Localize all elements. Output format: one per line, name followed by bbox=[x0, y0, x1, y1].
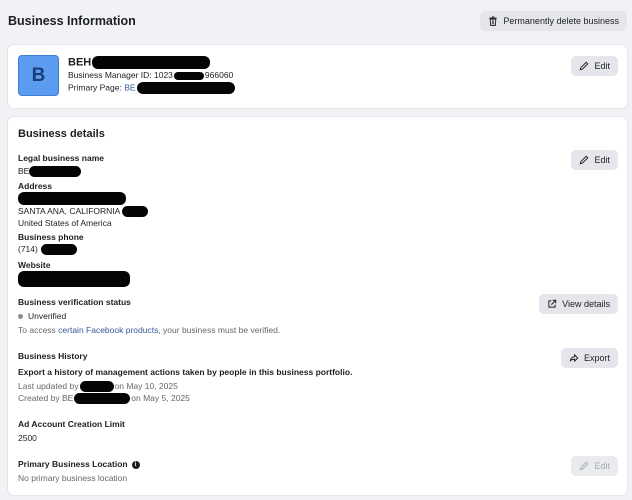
export-label: Export bbox=[583, 353, 610, 363]
verification-status-text: Unverified bbox=[28, 311, 67, 321]
redaction-mark bbox=[29, 166, 82, 178]
redaction-mark bbox=[18, 192, 126, 205]
edit-label: Edit bbox=[594, 155, 610, 165]
legal-name-text: BE bbox=[18, 166, 30, 176]
address-city: SANTA ANA, CALIFORNIA bbox=[18, 206, 149, 218]
facebook-products-link[interactable]: certain Facebook products bbox=[58, 325, 158, 335]
export-button[interactable]: Export bbox=[560, 348, 618, 368]
redaction-mark bbox=[92, 56, 211, 69]
address-city-text: SANTA ANA, CALIFORNIA bbox=[18, 206, 121, 216]
history-updated-pre: Last updated by bbox=[18, 381, 79, 391]
history-last-updated: Last updated by on May 10, 2025 bbox=[18, 381, 178, 393]
info-icon[interactable]: i bbox=[131, 460, 140, 469]
share-arrow-icon bbox=[569, 353, 579, 363]
ad-account-limit-label: Ad Account Creation Limit bbox=[18, 419, 125, 429]
ad-account-limit-value: 2500 bbox=[18, 433, 37, 443]
edit-label: Edit bbox=[594, 61, 610, 71]
primary-location-label-text: Primary Business Location bbox=[18, 459, 128, 469]
edit-location-label: Edit bbox=[594, 461, 610, 471]
view-details-label: View details bbox=[562, 299, 610, 309]
history-created-by: Created by BE on May 5, 2025 bbox=[18, 393, 190, 405]
business-manager-id: Business Manager ID: 1023 966060 bbox=[68, 70, 233, 80]
business-details-card: Business details Edit Legal business nam… bbox=[8, 117, 627, 495]
business-history-label: Business History bbox=[18, 351, 88, 361]
business-details-title: Business details bbox=[18, 128, 105, 140]
pencil-icon bbox=[580, 461, 589, 471]
manager-id-label: Business Manager ID: 1023 bbox=[68, 70, 173, 80]
redaction-mark bbox=[40, 244, 77, 256]
view-details-button[interactable]: View details bbox=[539, 294, 618, 314]
address-country: United States of America bbox=[18, 218, 112, 228]
verification-note-pre: To access bbox=[18, 325, 59, 335]
manager-id-suffix: 966060 bbox=[204, 70, 234, 80]
business-phone-label: Business phone bbox=[18, 232, 84, 242]
business-name: BEH bbox=[68, 56, 211, 69]
delete-label: Permanently delete business bbox=[503, 16, 619, 26]
edit-details-button[interactable]: Edit bbox=[571, 150, 618, 170]
history-created-pre: Created by BE bbox=[18, 393, 74, 403]
verification-status-label: Business verification status bbox=[18, 297, 131, 307]
pencil-icon bbox=[580, 61, 589, 71]
edit-location-button[interactable]: Edit bbox=[571, 456, 618, 476]
page-title: Business Information bbox=[8, 14, 136, 28]
business-history-description: Export a history of management actions t… bbox=[18, 367, 353, 377]
primary-page-link[interactable]: BE bbox=[124, 82, 135, 92]
history-updated-post: on May 10, 2025 bbox=[114, 381, 178, 391]
primary-page: Primary Page: BE bbox=[68, 82, 235, 94]
avatar-letter: B bbox=[31, 64, 46, 86]
primary-location-label: Primary Business Location i bbox=[18, 459, 140, 469]
business-summary-card: B BEH Business Manager ID: 1023 966060 Pr… bbox=[8, 45, 627, 108]
address-label: Address bbox=[18, 181, 53, 191]
redaction-mark bbox=[18, 271, 130, 287]
verification-note: To access certain Facebook products, you… bbox=[18, 325, 280, 335]
redaction-mark bbox=[173, 71, 204, 80]
permanently-delete-business-button[interactable]: Permanently delete business bbox=[480, 11, 627, 31]
page-header: Business Information Permanently delete … bbox=[0, 0, 632, 42]
website-label: Website bbox=[18, 260, 51, 270]
redaction-mark bbox=[74, 393, 131, 405]
legal-name-label: Legal business name bbox=[18, 153, 104, 163]
history-created-post: on May 5, 2025 bbox=[131, 393, 190, 403]
phone-text: (714) bbox=[18, 244, 38, 254]
redaction-mark bbox=[136, 82, 235, 94]
trash-icon bbox=[489, 16, 498, 26]
legal-name-value: BE bbox=[18, 166, 82, 178]
external-link-icon bbox=[548, 299, 557, 308]
pencil-icon bbox=[580, 155, 589, 165]
redaction-mark bbox=[79, 381, 114, 393]
business-phone-value: (714) bbox=[18, 244, 77, 256]
verification-note-post: , your business must be verified. bbox=[158, 325, 281, 335]
redaction-mark bbox=[122, 206, 149, 218]
verification-status: Unverified bbox=[18, 311, 66, 321]
business-avatar: B bbox=[18, 55, 59, 96]
business-name-text: BEH bbox=[68, 56, 92, 69]
status-dot-icon bbox=[18, 314, 23, 320]
primary-page-label: Primary Page: bbox=[68, 82, 125, 93]
primary-location-value: No primary business location bbox=[18, 473, 128, 483]
edit-summary-button[interactable]: Edit bbox=[571, 56, 618, 76]
